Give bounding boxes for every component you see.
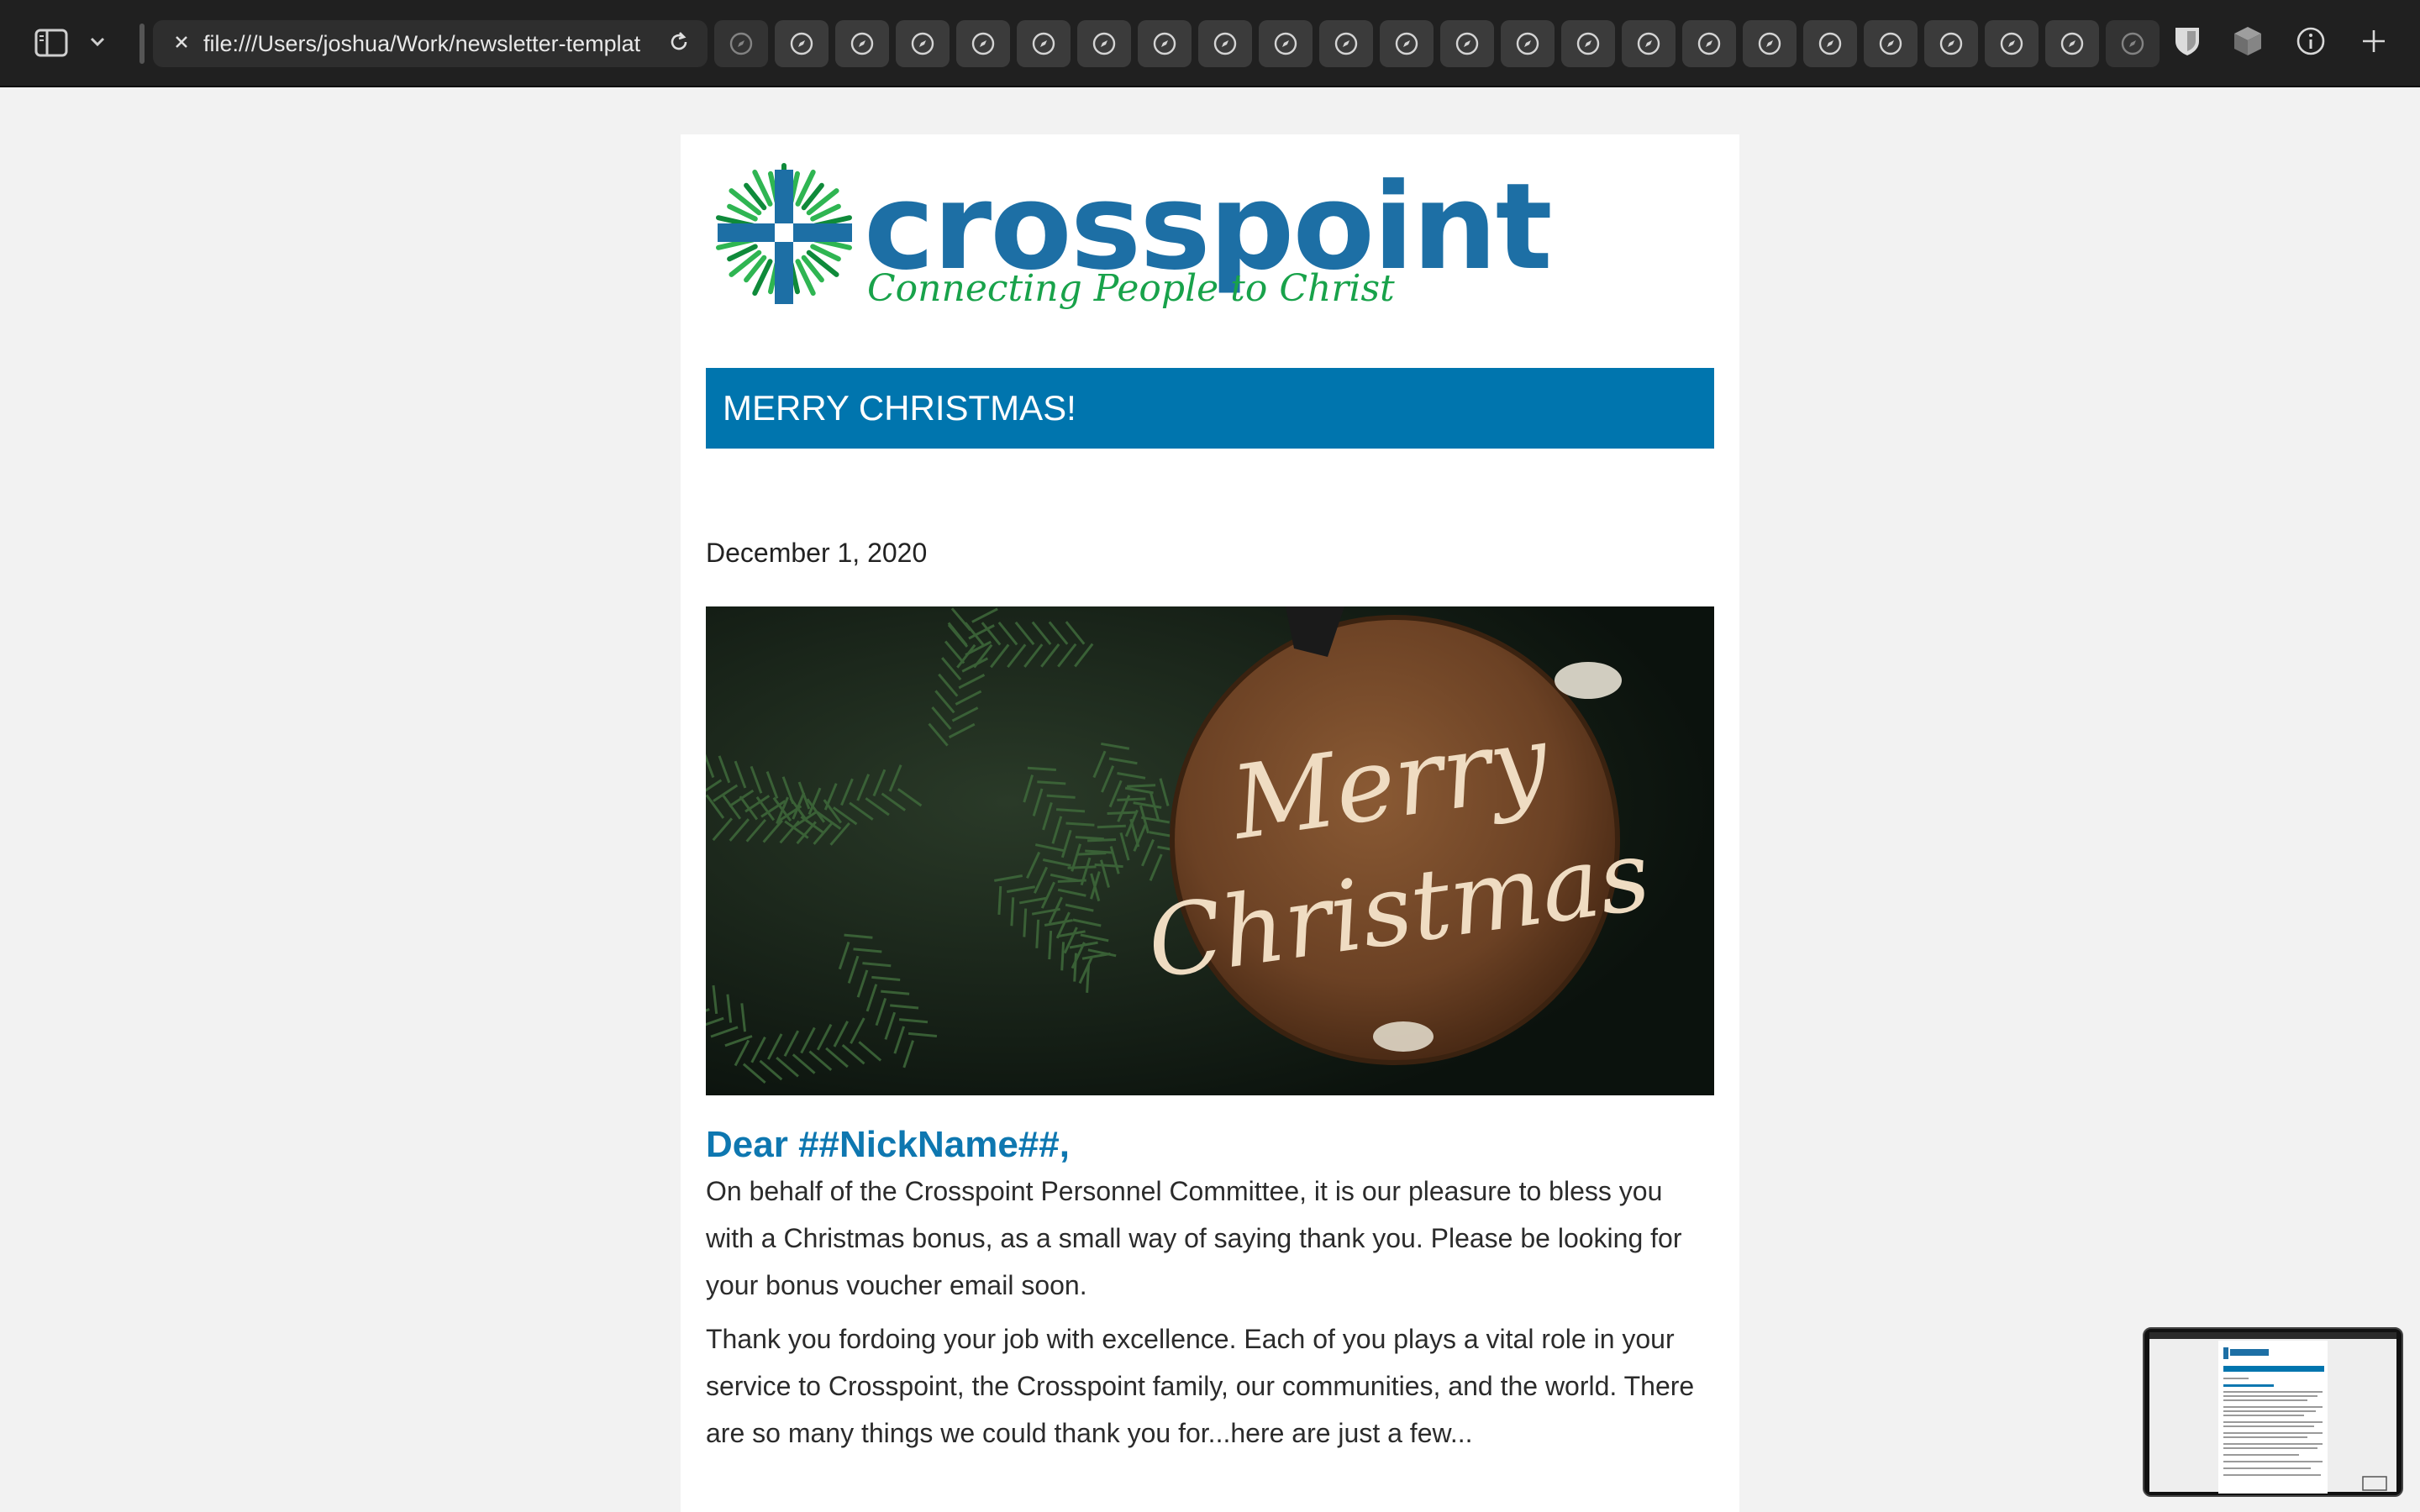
pinned-tab[interactable] [1440, 20, 1494, 67]
sidebar-toggle-button[interactable] [32, 25, 71, 64]
compass-icon [1516, 32, 1539, 55]
browser-toolbar: file:///Users/joshua/Work/newsletter-tem… [0, 0, 2420, 87]
new-tab-button[interactable] [2354, 24, 2393, 62]
pinned-tab[interactable] [1138, 20, 1192, 67]
title-banner: MERRY CHRISTMAS! [706, 368, 1714, 449]
pinned-tab[interactable] [1864, 20, 1918, 67]
compass-icon [1818, 32, 1842, 55]
pinned-tab[interactable] [1319, 20, 1373, 67]
compass-icon [729, 32, 753, 55]
url-text[interactable]: file:///Users/joshua/Work/newsletter-tem… [203, 20, 640, 67]
toolbar-divider [139, 24, 145, 64]
pinned-tabs-strip [714, 20, 2160, 67]
pinned-tab[interactable] [1380, 20, 1434, 67]
page-preview-thumbnail[interactable] [2143, 1327, 2403, 1497]
banner-title: MERRY CHRISTMAS! [723, 388, 1076, 428]
compass-icon [790, 32, 813, 55]
newsletter-email: crosspoint Connecting People to Christ M… [681, 134, 1739, 1512]
compass-icon [1879, 32, 1902, 55]
compass-icon [1032, 32, 1055, 55]
hero-image: Merry Christmas [706, 606, 1714, 1095]
pinned-tab[interactable] [714, 20, 768, 67]
pinned-tab[interactable] [956, 20, 1010, 67]
compass-icon [1455, 32, 1479, 55]
logo-tagline: Connecting People to Christ [867, 267, 1395, 310]
compass-icon [2060, 32, 2084, 55]
compass-icon [2121, 32, 2144, 55]
password-manager-button[interactable] [2168, 24, 2207, 62]
pinned-tab[interactable] [1259, 20, 1313, 67]
cube-icon [2232, 24, 2264, 62]
pinned-tab[interactable] [2045, 20, 2099, 67]
pinned-tab[interactable] [2106, 20, 2160, 67]
compass-icon [911, 32, 934, 55]
compass-icon [1334, 32, 1358, 55]
page-info-button[interactable] [2291, 24, 2330, 62]
compass-icon [1395, 32, 1418, 55]
compass-icon [2000, 32, 2023, 55]
compass-icon [1758, 32, 1781, 55]
newsletter-date: December 1, 2020 [706, 538, 928, 568]
pinned-tab[interactable] [835, 20, 889, 67]
crosspoint-logo: crosspoint Connecting People to Christ [714, 160, 1553, 319]
compass-icon [1213, 32, 1237, 55]
tab-group-menu-button[interactable] [84, 27, 111, 60]
close-icon [174, 34, 189, 54]
pinned-tab[interactable] [1198, 20, 1252, 67]
compass-icon [850, 32, 874, 55]
compass-icon [1697, 32, 1721, 55]
web-content[interactable]: crosspoint Connecting People to Christ M… [13, 99, 2407, 1512]
pinned-tab[interactable] [896, 20, 950, 67]
body-paragraph: Thank you fordoing your job with excelle… [706, 1324, 1695, 1448]
body-paragraph: On behalf of the Crosspoint Personnel Co… [706, 1176, 1682, 1300]
compass-icon [1092, 32, 1116, 55]
pinned-tab[interactable] [1501, 20, 1555, 67]
extension-button[interactable] [2228, 24, 2267, 62]
plus-icon [2361, 29, 2386, 58]
pinned-tab[interactable] [1017, 20, 1071, 67]
close-tab-button[interactable] [165, 27, 198, 60]
pinned-tab[interactable] [1561, 20, 1615, 67]
compass-icon [971, 32, 995, 55]
pinned-tab[interactable] [1682, 20, 1736, 67]
info-icon [2296, 26, 2326, 60]
cross-burst-icon [716, 163, 852, 304]
address-bar[interactable]: file:///Users/joshua/Work/newsletter-tem… [153, 20, 708, 67]
reload-button[interactable] [662, 27, 696, 60]
pinned-tab[interactable] [1743, 20, 1797, 67]
compass-icon [1153, 32, 1176, 55]
pinned-tab[interactable] [1924, 20, 1978, 67]
greeting-heading: Dear ##NickName##, [706, 1124, 1070, 1165]
compass-icon [1637, 32, 1660, 55]
compass-icon [1274, 32, 1297, 55]
pinned-tab[interactable] [775, 20, 829, 67]
pinned-tab[interactable] [1077, 20, 1131, 67]
pinned-tab[interactable] [1622, 20, 1676, 67]
reload-icon [667, 30, 691, 58]
pinned-tab[interactable] [1803, 20, 1857, 67]
pinned-tab[interactable] [1985, 20, 2039, 67]
compass-icon [1576, 32, 1600, 55]
sidebar-icon [34, 29, 68, 61]
shield-icon [2172, 24, 2202, 62]
compass-icon [1939, 32, 1963, 55]
chevron-down-icon [90, 36, 105, 51]
